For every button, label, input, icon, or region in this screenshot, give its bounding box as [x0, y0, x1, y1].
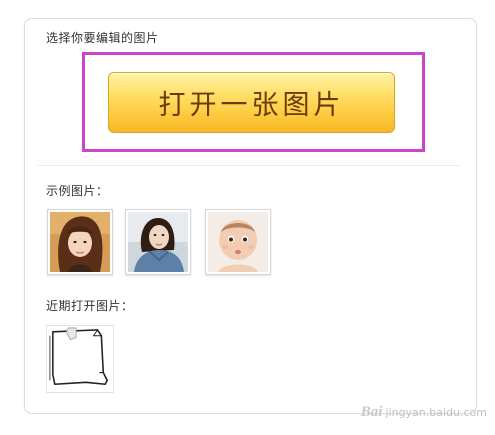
image-editor-page: 选择你要编辑的图片 打开一张图片 示例图片： 近期打开图片： Bai jingy… [0, 0, 495, 435]
example-image-3[interactable] [205, 209, 271, 275]
select-image-label: 选择你要编辑的图片 [46, 31, 159, 45]
example-portrait-woman-bangs [50, 212, 110, 272]
open-image-button-label: 打开一张图片 [158, 90, 345, 121]
watermark-text: jingyan.baidu.com [385, 406, 487, 419]
watermark-logo: Bai [360, 404, 383, 420]
open-image-button[interactable]: 打开一张图片 [108, 72, 395, 133]
example-portrait-baby [208, 212, 268, 272]
section-divider [38, 165, 460, 166]
blank-document-icon [49, 327, 108, 386]
recent-images-label: 近期打开图片： [46, 299, 134, 313]
example-image-1[interactable] [47, 209, 113, 275]
example-portrait-woman-denim [128, 212, 188, 272]
example-image-2[interactable] [125, 209, 191, 275]
site-watermark: Bai jingyan.baidu.com [361, 404, 487, 421]
example-images-label: 示例图片： [46, 184, 109, 198]
recent-image-1[interactable] [46, 325, 114, 393]
